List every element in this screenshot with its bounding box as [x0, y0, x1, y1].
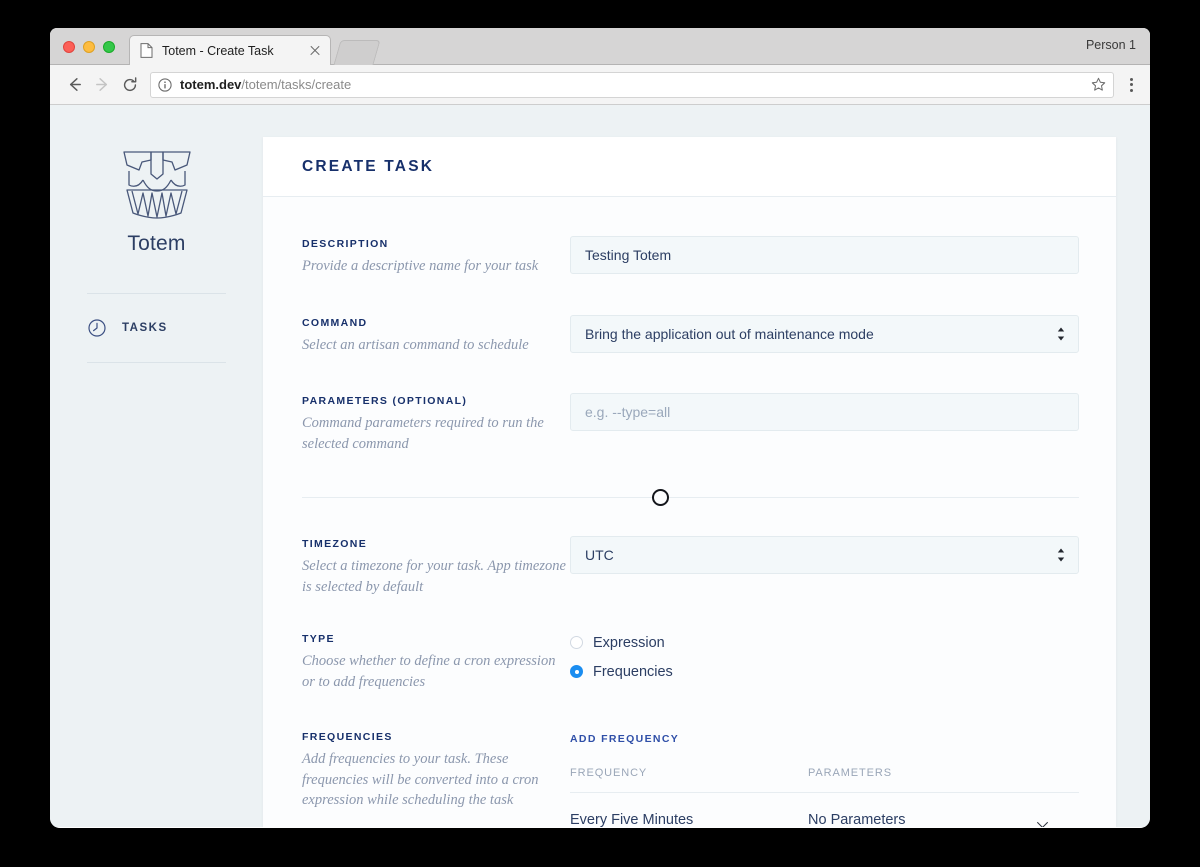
form-row-description: DESCRIPTION Provide a descriptive name f… — [302, 236, 1079, 277]
frequencies-panel: ADD FREQUENCY FREQUENCY PARAMETERS Every… — [570, 729, 1079, 827]
address-bar[interactable]: totem.dev/totem/tasks/create — [150, 71, 1114, 98]
arrow-right-icon — [88, 71, 116, 99]
cell-frequency: Every Five Minutes — [570, 811, 694, 827]
form-row-timezone: TIMEZONE Select a timezone for your task… — [302, 535, 1079, 597]
totem-mask-icon — [121, 147, 193, 221]
parameters-label-group: PARAMETERS (OPTIONAL) Command parameters… — [302, 393, 570, 454]
form-row-type: TYPE Choose whether to define a cron exp… — [302, 631, 1079, 692]
card-body: DESCRIPTION Provide a descriptive name f… — [263, 197, 1116, 827]
timezone-label: TIMEZONE — [302, 537, 368, 550]
type-options: Expression Frequencies — [570, 631, 1079, 683]
description-label: DESCRIPTION — [302, 238, 389, 250]
description-hint: Provide a descriptive name for your task — [302, 258, 539, 274]
up-down-arrows-icon — [1057, 326, 1065, 341]
url-host: totem.dev — [180, 77, 242, 92]
add-frequency-button[interactable]: ADD FREQUENCY — [570, 733, 679, 745]
type-label-group: TYPE Choose whether to define a cron exp… — [302, 631, 570, 692]
sidebar-divider-2 — [87, 362, 226, 363]
divider-line — [302, 496, 1079, 498]
browser-toolbar: totem.dev/totem/tasks/create — [50, 65, 1150, 105]
browser-tab-title: Totem - Create Task — [162, 43, 274, 58]
command-label-group: COMMAND Select an artisan command to sch… — [302, 315, 570, 356]
window-controls — [63, 41, 115, 53]
browser-window: Totem - Create Task Person 1 totem.dev/t… — [50, 28, 1150, 828]
timezone-select-value: UTC — [585, 546, 614, 563]
column-header-frequency: FREQUENCY — [570, 766, 648, 779]
description-label-group: DESCRIPTION Provide a descriptive name f… — [302, 236, 570, 277]
maximize-window-button[interactable] — [103, 41, 115, 53]
radio-label-expression: Expression — [593, 634, 665, 651]
app-sidebar: Totem TASKS — [50, 105, 263, 827]
timezone-field-wrap: UTC — [570, 535, 1079, 574]
command-label: COMMAND — [302, 316, 368, 329]
command-hint: Select an artisan command to schedule — [302, 336, 529, 353]
type-hint: Choose whether to define a cron expressi… — [302, 653, 556, 691]
up-down-arrows-icon — [1057, 547, 1065, 562]
browser-tab[interactable]: Totem - Create Task — [129, 35, 331, 65]
column-header-actions — [1035, 767, 1079, 779]
radio-option-expression[interactable]: Expression — [570, 631, 1079, 654]
brand-name: Totem — [127, 232, 186, 255]
page-viewport: Totem TASKS CREATE TASK DESCRIPTION Prov… — [50, 105, 1150, 827]
form-row-parameters: PARAMETERS (OPTIONAL) Command parameters… — [302, 393, 1079, 454]
close-window-button[interactable] — [63, 41, 75, 53]
timezone-hint: Select a timezone for your task. App tim… — [302, 557, 566, 595]
frequencies-hint: Add frequencies to your task. These freq… — [302, 750, 539, 809]
type-label: TYPE — [302, 633, 335, 646]
brand[interactable]: Totem — [50, 147, 263, 256]
three-dots-vertical-icon[interactable] — [1122, 72, 1140, 98]
info-circle-icon[interactable] — [158, 77, 172, 92]
sidebar-item-label: TASKS — [122, 322, 168, 334]
command-select[interactable]: Bring the application out of maintenance… — [570, 314, 1079, 353]
radio-icon-frequencies[interactable] — [570, 665, 583, 679]
radio-label-frequencies: Frequencies — [593, 663, 673, 680]
parameters-input[interactable]: e.g. --type=all — [570, 393, 1079, 432]
close-icon[interactable] — [308, 44, 322, 58]
timezone-select[interactable]: UTC — [570, 535, 1079, 574]
command-select-value: Bring the application out of maintenance… — [585, 325, 874, 342]
reload-icon[interactable] — [116, 71, 144, 99]
cell-parameters: No Parameters — [808, 811, 906, 827]
form-row-command: COMMAND Select an artisan command to sch… — [302, 314, 1079, 356]
card-header: CREATE TASK — [263, 137, 1116, 197]
table-row: Every Five Minutes No Parameters — [570, 793, 1079, 827]
column-header-parameters: PARAMETERS — [808, 766, 892, 779]
table-header-row: FREQUENCY PARAMETERS — [570, 767, 1079, 793]
section-divider — [302, 483, 1079, 511]
minimize-window-button[interactable] — [83, 41, 95, 53]
parameters-label: PARAMETERS (OPTIONAL) — [302, 395, 468, 408]
parameters-field-wrap: e.g. --type=all — [570, 393, 1079, 432]
frequencies-table: FREQUENCY PARAMETERS Every Five Minutes … — [570, 767, 1079, 827]
document-icon — [140, 43, 153, 58]
sidebar-item-tasks[interactable]: TASKS — [50, 294, 263, 337]
profile-name[interactable]: Person 1 — [1086, 38, 1136, 52]
circle-outline-icon — [651, 488, 669, 506]
arrow-left-icon[interactable] — [60, 71, 88, 99]
url-text: totem.dev/totem/tasks/create — [180, 77, 351, 92]
description-input[interactable]: Testing Totem — [570, 236, 1079, 274]
clock-icon — [88, 319, 106, 337]
parameters-hint: Command parameters required to run the s… — [302, 415, 544, 453]
command-field-wrap: Bring the application out of maintenance… — [570, 314, 1079, 353]
timezone-label-group: TIMEZONE Select a timezone for your task… — [302, 536, 570, 597]
new-tab-button[interactable] — [333, 40, 381, 65]
frequencies-label-group: FREQUENCIES Add frequencies to your task… — [302, 729, 570, 811]
radio-icon-expression[interactable] — [570, 636, 583, 650]
radio-option-frequencies[interactable]: Frequencies — [570, 660, 1079, 683]
browser-tab-strip: Totem - Create Task Person 1 — [50, 28, 1150, 65]
frequencies-label: FREQUENCIES — [302, 730, 393, 743]
star-icon[interactable] — [1091, 77, 1106, 92]
url-path: /totem/tasks/create — [241, 77, 352, 92]
create-task-card: CREATE TASK DESCRIPTION Provide a descri… — [263, 137, 1116, 827]
page-title: CREATE TASK — [302, 157, 435, 175]
description-field-wrap: Testing Totem — [570, 236, 1079, 274]
form-row-frequencies: FREQUENCIES Add frequencies to your task… — [302, 729, 1079, 827]
